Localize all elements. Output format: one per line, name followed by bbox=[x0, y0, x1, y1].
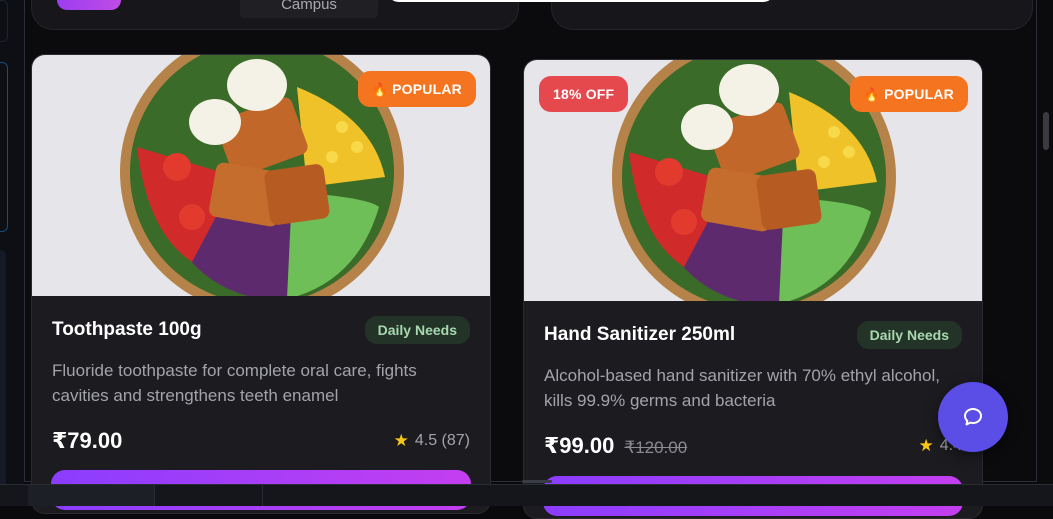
chat-bubble-icon bbox=[964, 408, 982, 426]
left-rail bbox=[0, 0, 24, 490]
product-card[interactable]: 🔥 POPULAR Toothpaste 100g Daily Needs Flu… bbox=[31, 54, 491, 514]
rating-value: 4.5 (87) bbox=[414, 432, 470, 449]
product-price: ₹79.00 bbox=[52, 428, 123, 453]
product-card-body: Toothpaste 100g Daily Needs Fluoride too… bbox=[32, 296, 490, 454]
left-rail-segment bbox=[0, 0, 8, 42]
discount-badge: 18% OFF bbox=[539, 76, 629, 112]
star-icon: ★ bbox=[393, 431, 409, 450]
left-rail-segment bbox=[0, 62, 8, 232]
price-row: ₹99.00 ₹120.00 ★ 4.4 bbox=[544, 433, 962, 459]
bottom-panel-tab[interactable] bbox=[272, 485, 302, 506]
product-description: Fluoride toothpaste for complete oral ca… bbox=[52, 361, 417, 405]
header-pill-button[interactable] bbox=[57, 0, 121, 10]
chat-button[interactable] bbox=[938, 382, 1008, 452]
header-strip: Campus bbox=[25, 0, 1036, 30]
product-old-price: ₹120.00 bbox=[624, 438, 688, 457]
product-title: Toothpaste 100g bbox=[52, 319, 202, 340]
category-badge: Daily Needs bbox=[856, 321, 962, 349]
product-card[interactable]: 18% OFF 🔥 POPULAR Hand Sanitizer 250ml Da… bbox=[523, 59, 983, 519]
bottom-panel-bar bbox=[0, 484, 1053, 506]
product-price: ₹99.00 bbox=[544, 433, 615, 458]
campus-tab[interactable]: Campus bbox=[240, 0, 378, 18]
product-image: 18% OFF 🔥 POPULAR bbox=[524, 60, 982, 301]
category-badge: Daily Needs bbox=[364, 316, 470, 344]
search-bar[interactable] bbox=[387, 0, 775, 2]
flame-icon: 🔥 bbox=[863, 87, 881, 102]
product-description: Alcohol-based hand sanitizer with 70% et… bbox=[544, 366, 940, 410]
left-rail-segment bbox=[0, 250, 6, 490]
product-rating: ★ 4.5 (87) bbox=[394, 431, 470, 451]
vertical-scrollbar[interactable] bbox=[1039, 0, 1053, 484]
bottom-panel-tab[interactable] bbox=[28, 485, 155, 506]
scroll-thumb[interactable] bbox=[1043, 112, 1049, 150]
popular-badge: 🔥 POPULAR bbox=[849, 76, 968, 112]
previous-card-bottom bbox=[551, 0, 1033, 30]
title-row: Hand Sanitizer 250ml Daily Needs bbox=[544, 321, 962, 349]
product-card-body: Hand Sanitizer 250ml Daily Needs Alcohol… bbox=[524, 301, 982, 459]
popular-badge-label: POPULAR bbox=[884, 86, 954, 102]
star-icon: ★ bbox=[918, 436, 934, 455]
popular-badge: 🔥 POPULAR bbox=[357, 71, 476, 107]
product-title: Hand Sanitizer 250ml bbox=[544, 324, 736, 345]
popular-badge-label: POPULAR bbox=[392, 81, 462, 97]
price-row: ₹79.00 ★ 4.5 (87) bbox=[52, 428, 470, 454]
flame-icon: 🔥 bbox=[371, 82, 389, 97]
product-image: 🔥 POPULAR bbox=[32, 55, 490, 296]
price-group: ₹79.00 bbox=[52, 428, 122, 454]
price-group: ₹99.00 ₹120.00 bbox=[544, 433, 687, 459]
panel-resize-handle[interactable] bbox=[522, 480, 552, 483]
bottom-panel-tab[interactable] bbox=[158, 485, 263, 506]
title-row: Toothpaste 100g Daily Needs bbox=[52, 316, 470, 344]
